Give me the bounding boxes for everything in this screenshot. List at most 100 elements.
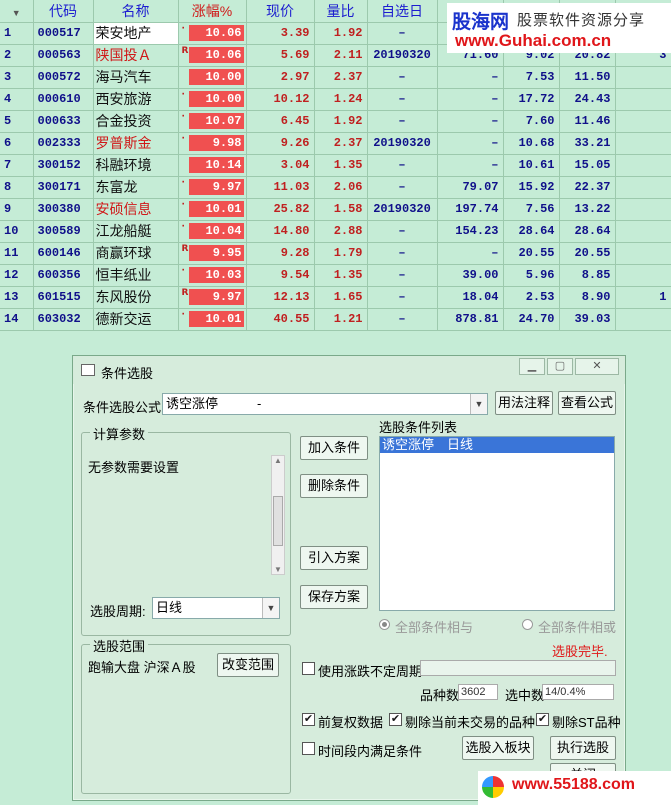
usage-notes-button[interactable]: 用法注释 [495, 391, 553, 415]
header-change[interactable]: 涨幅% [178, 0, 247, 23]
header-fav-date[interactable]: 自选日 [367, 0, 438, 23]
stock-name[interactable]: 商赢环球 [93, 242, 179, 265]
change-value: 10.03 [188, 266, 244, 283]
stock-name[interactable]: 罗普斯金 [93, 132, 179, 155]
table-row[interactable]: 6 002333 罗普斯金 · 9.98 9.26 2.37 20190320–10.68 33… [0, 132, 671, 155]
price: 3.39 [246, 22, 315, 45]
save-scheme-button[interactable]: 保存方案 [300, 585, 368, 609]
close-icon[interactable]: ✕ [575, 358, 619, 375]
change-range-button[interactable]: 改变范围 [217, 653, 279, 677]
period-label: 选股周期: [90, 604, 146, 619]
condition-list[interactable]: 诱空涨停 日线 [379, 436, 615, 611]
to-block-button[interactable]: 选股入板块 [462, 736, 534, 760]
radio-and[interactable] [379, 619, 390, 630]
col9: 5.96 [503, 264, 560, 287]
count-label: 品种数 [420, 688, 460, 703]
stock-name[interactable]: 西安旅游 [93, 88, 179, 111]
formula-select[interactable]: 诱空涨停 - ▼ [162, 393, 488, 415]
radio-or[interactable] [522, 619, 533, 630]
table-row[interactable]: 7 300152 科融环境 10.14 3.04 1.35– –10.61 15.05 [0, 154, 671, 177]
table-row[interactable]: 8 300171 东富龙 · 9.97 11.03 2.06–79.07 15.92 22.37 [0, 176, 671, 199]
change-value: 10.00 [188, 90, 244, 107]
header-code[interactable]: 代码 [33, 0, 94, 23]
table-row[interactable]: 4 000610 西安旅游 · 10.00 10.12 1.24– –17.72 24.43 [0, 88, 671, 111]
stock-name[interactable]: 荣安地产 [93, 22, 179, 45]
col9: 10.68 [503, 132, 560, 155]
table-row[interactable]: 11 600146 商赢环球 R 9.95 9.28 1.79– –20.55 20.55 [0, 242, 671, 265]
dialog-titlebar[interactable]: 条件选股 ▁ ▢ ✕ [73, 356, 625, 384]
scroll-up-icon[interactable]: ▲ [272, 456, 284, 465]
stock-name[interactable]: 江龙船艇 [93, 220, 179, 243]
col10: 11.46 [559, 110, 616, 133]
params-scrollbar[interactable]: ▲ ▼ [271, 455, 285, 575]
delete-condition-button[interactable]: 删除条件 [300, 474, 368, 498]
price: 11.03 [246, 176, 315, 199]
table-row[interactable]: 14 603032 德新交运 · 10.01 40.55 1.21–878.81 24.70 3… [0, 308, 671, 331]
stock-name[interactable]: 德新交运 [93, 308, 179, 331]
import-scheme-button[interactable]: 引入方案 [300, 546, 368, 570]
fav-date: – [367, 154, 438, 177]
stock-name[interactable]: 安硕信息 [93, 198, 179, 221]
stock-name[interactable]: 东富龙 [93, 176, 179, 199]
stock-name[interactable]: 海马汽车 [93, 66, 179, 89]
change-cell: · 9.97 [178, 176, 247, 199]
col8: – [437, 110, 504, 133]
row-number: 9 [0, 198, 34, 221]
col11 [615, 110, 671, 133]
volume-ratio: 1.65 [314, 286, 368, 309]
list-item[interactable]: 诱空涨停 日线 [380, 437, 614, 453]
header-name[interactable]: 名称 [93, 0, 179, 23]
col10: 11.50 [559, 66, 616, 89]
maximize-icon[interactable]: ▢ [547, 358, 573, 375]
change-cell: · 10.03 [178, 264, 247, 287]
table-row[interactable]: 9 300380 安硕信息 · 10.01 25.82 1.58 20190320 197.74… [0, 198, 671, 221]
stock-name[interactable]: 东风股份 [93, 286, 179, 309]
chevron-down-icon[interactable]: ▼ [470, 394, 487, 414]
col8: – [437, 242, 504, 265]
count-field: 3602 [458, 684, 498, 700]
col10: 8.85 [559, 264, 616, 287]
fav-date: – [367, 176, 438, 199]
table-row[interactable]: 5 000633 合金投资 · 10.07 6.45 1.92– –7.60 11.46 [0, 110, 671, 133]
header-price[interactable]: 现价 [246, 0, 315, 23]
scroll-down-icon[interactable]: ▼ [272, 565, 284, 574]
uncertain-period-field[interactable] [420, 660, 616, 676]
volume-ratio: 1.58 [314, 198, 368, 221]
uncertain-period-checkbox[interactable] [302, 662, 315, 675]
period-select[interactable]: 日线 ▼ [152, 597, 280, 619]
col11 [615, 308, 671, 331]
change-cell: · 10.07 [178, 110, 247, 133]
prev-rights-checkbox[interactable]: ✔ [302, 713, 315, 726]
table-row[interactable]: 3 000572 海马汽车 10.00 2.97 2.37– –7.53 11.50 [0, 66, 671, 89]
header-sort[interactable]: ▼ [0, 0, 34, 23]
table-row[interactable]: 10 300589 江龙船艇 · 10.04 14.80 2.88–154.23 28.64 2… [0, 220, 671, 243]
col10: 20.55 [559, 242, 616, 265]
change-value: 10.14 [188, 156, 244, 173]
col8: – [437, 66, 504, 89]
stock-name[interactable]: 科融环境 [93, 154, 179, 177]
change-value: 9.95 [188, 244, 244, 261]
fav-date: – [367, 66, 438, 89]
minimize-icon[interactable]: ▁ [519, 358, 545, 375]
table-row[interactable]: 12 600356 恒丰纸业 · 10.03 9.54 1.35–39.00 5.96 8.85 [0, 264, 671, 287]
add-condition-button[interactable]: 加入条件 [300, 436, 368, 460]
stock-name[interactable]: 陕国投Ａ [93, 44, 179, 67]
col11 [615, 198, 671, 221]
col11 [615, 88, 671, 111]
change-cell: R 9.97 [178, 286, 247, 309]
col9: 7.60 [503, 110, 560, 133]
scroll-thumb[interactable] [273, 496, 283, 546]
flag-mark: · [181, 133, 185, 144]
exclude-st-checkbox[interactable]: ✔ [536, 713, 549, 726]
stock-name[interactable]: 恒丰纸业 [93, 264, 179, 287]
run-select-button[interactable]: 执行选股 [550, 736, 616, 760]
stock-name[interactable]: 合金投资 [93, 110, 179, 133]
stock-code: 601515 [33, 286, 94, 309]
chevron-down-icon[interactable]: ▼ [262, 598, 279, 618]
time-period-checkbox[interactable] [302, 742, 315, 755]
header-volume-ratio[interactable]: 量比 [314, 0, 368, 23]
exclude-untraded-checkbox[interactable]: ✔ [389, 713, 402, 726]
radio-and-label: 全部条件相与 [395, 620, 474, 635]
view-formula-button[interactable]: 查看公式 [558, 391, 616, 415]
table-row[interactable]: 13 601515 东风股份 R 9.97 12.13 1.65–18.04 2.53 8.90… [0, 286, 671, 309]
